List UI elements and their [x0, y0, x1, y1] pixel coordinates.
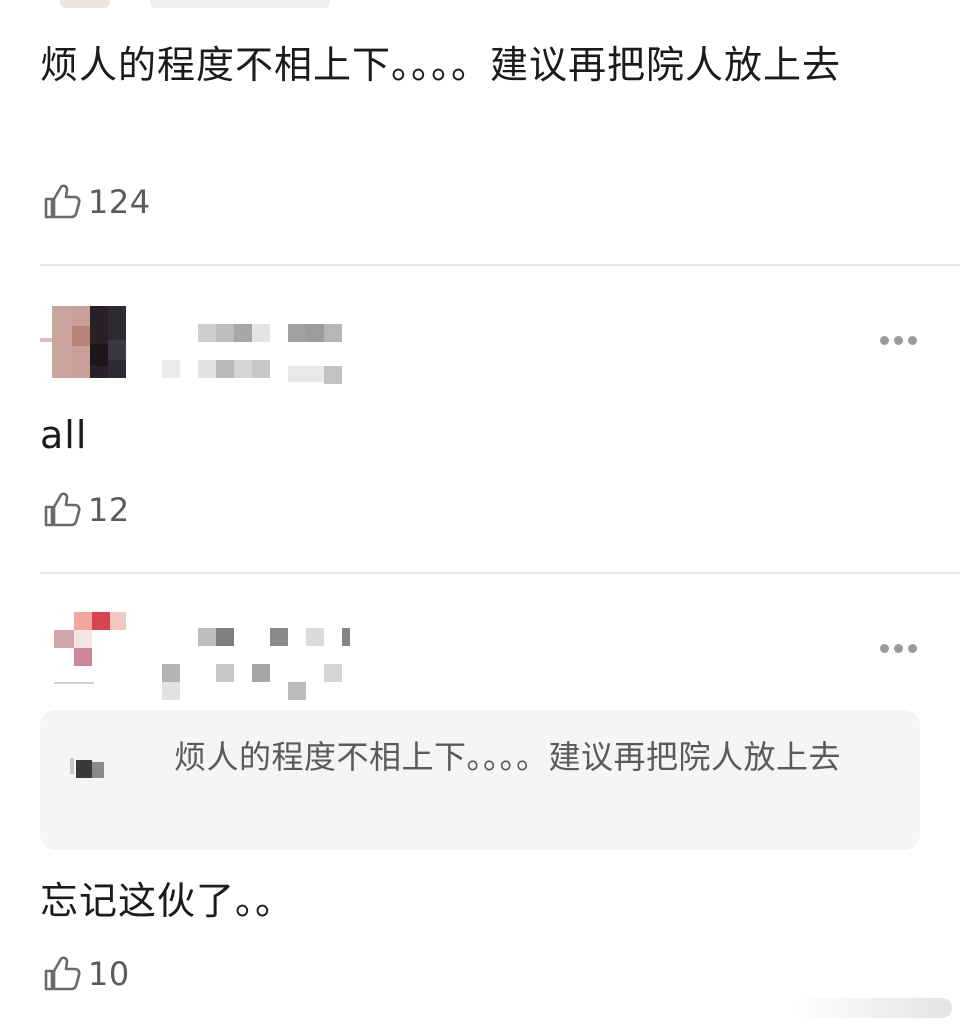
username[interactable]	[160, 310, 350, 384]
quote-text: 烦人的程度不相上下。。。。建议再把院人放上去	[68, 732, 898, 782]
more-dots-icon[interactable]	[878, 334, 922, 348]
like-count: 12	[88, 491, 130, 529]
thumbs-up-icon	[44, 956, 81, 991]
thumbs-up-icon	[44, 184, 81, 219]
username[interactable]	[160, 618, 350, 700]
comment-text: 忘记这伙了。。	[40, 879, 295, 923]
avatar[interactable]	[40, 300, 132, 384]
like-count: 124	[88, 183, 151, 221]
comment-text: all	[40, 413, 88, 457]
like-button[interactable]: 124	[42, 180, 151, 224]
watermark	[792, 994, 952, 1024]
comment-text: 烦人的程度不相上下。。。。建议再把院人放上去	[40, 43, 842, 87]
divider	[40, 264, 960, 266]
avatar[interactable]	[40, 608, 132, 692]
quoted-comment[interactable]: 烦人的程度不相上下。。。。建议再把院人放上去	[40, 710, 920, 850]
quote-content: 烦人的程度不相上下。。。。建议再把院人放上去	[174, 738, 842, 776]
like-button[interactable]: 10	[42, 952, 130, 996]
thumbs-up-icon	[44, 492, 81, 527]
more-dots-icon[interactable]	[878, 642, 922, 656]
like-button[interactable]: 12	[42, 488, 130, 532]
like-count: 10	[88, 955, 130, 993]
previous-comment-header	[60, 0, 350, 14]
divider	[40, 572, 960, 574]
